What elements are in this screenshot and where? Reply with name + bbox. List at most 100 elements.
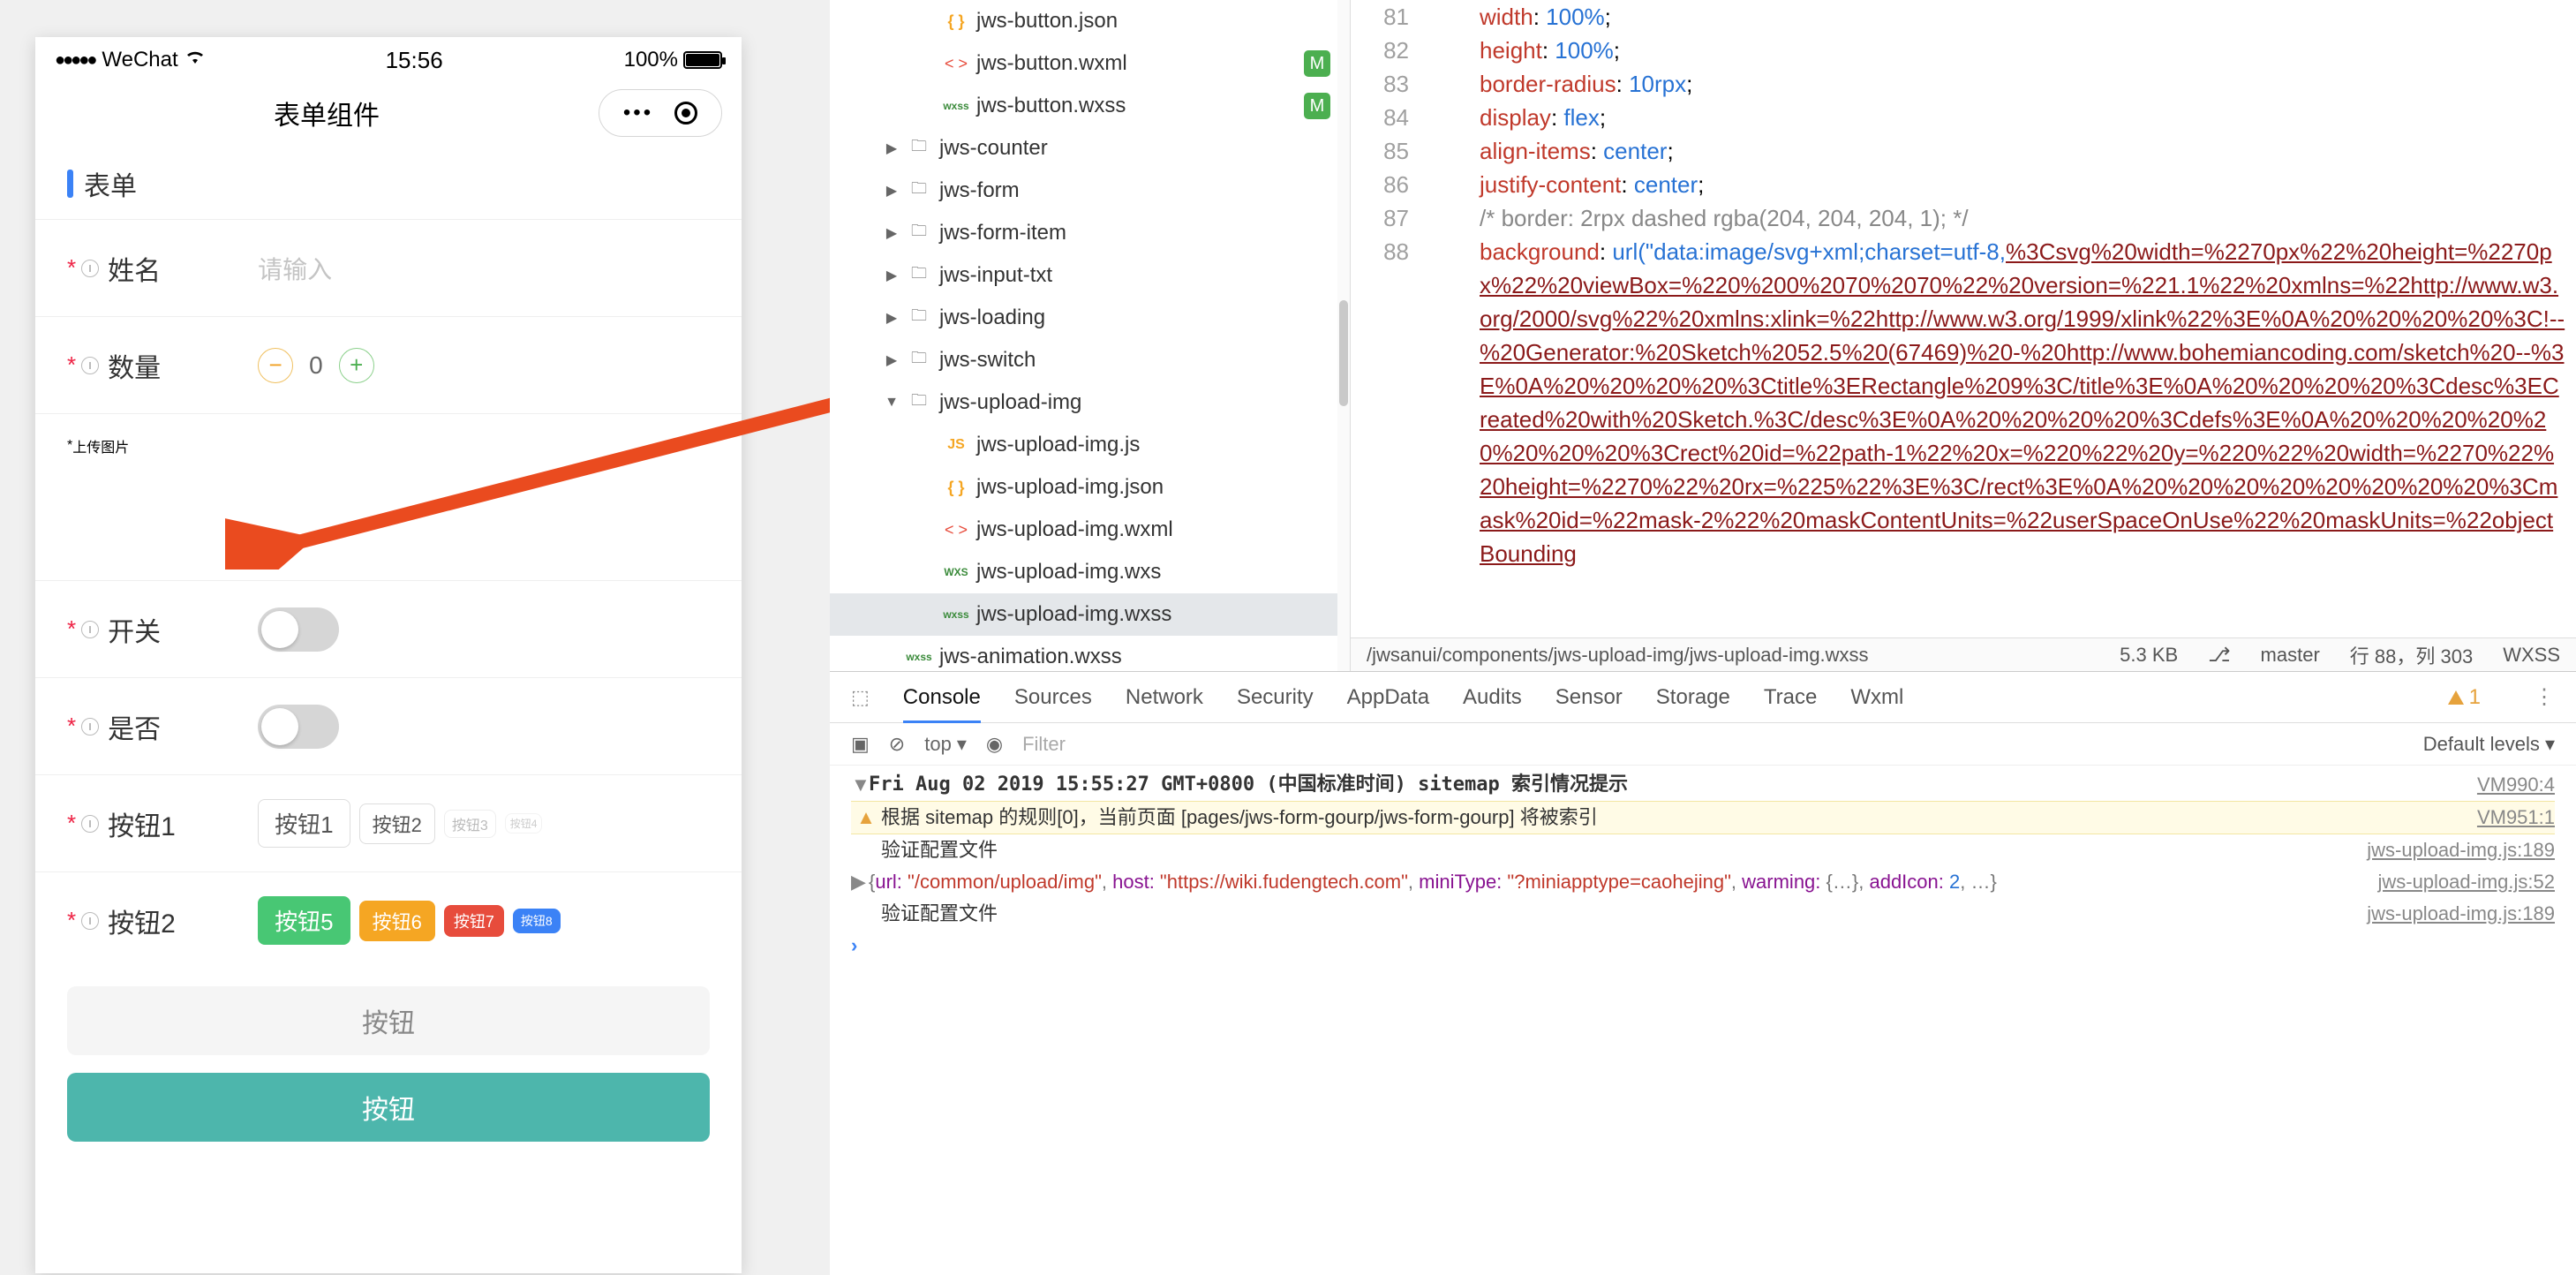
tree-item[interactable]: wxssjws-button.wxssM: [830, 85, 1350, 127]
tree-item-label: jws-input-txt: [939, 263, 1350, 288]
tree-item[interactable]: WXSjws-upload-img.wxs: [830, 551, 1350, 593]
tree-item[interactable]: { }jws-upload-img.json: [830, 466, 1350, 509]
tree-item[interactable]: ▶🗀jws-switch: [830, 339, 1350, 381]
status-cursor: 行 88，列 303: [2350, 641, 2473, 669]
wxss-icon: wxss: [936, 608, 976, 621]
switch-toggle[interactable]: [258, 705, 339, 749]
sidebar-toggle-icon[interactable]: ▣: [851, 733, 870, 756]
tree-item-label: jws-button.wxml: [976, 51, 1304, 76]
chevron-icon: ▶: [885, 351, 899, 369]
console-prompt-icon[interactable]: ›: [851, 930, 857, 962]
demo-button[interactable]: 按钮8: [513, 909, 561, 933]
tree-scrollbar[interactable]: [1337, 0, 1350, 671]
devtools-tab-audits[interactable]: Audits: [1463, 685, 1522, 710]
line-gutter: 8182838485868788: [1351, 0, 1421, 671]
more-icon: •••: [623, 101, 653, 125]
devtools-tab-storage[interactable]: Storage: [1656, 685, 1730, 710]
switch-toggle[interactable]: [258, 607, 339, 652]
folder-icon: 🗀: [899, 305, 939, 331]
field-label: 按钮1: [108, 804, 258, 843]
levels-selector[interactable]: Default levels ▾: [2423, 733, 2555, 756]
console-output[interactable]: ▼ Fri Aug 02 2019 15:55:27 GMT+0800 (中国标…: [830, 766, 2576, 962]
demo-button[interactable]: 按钮4: [505, 813, 543, 834]
minus-button[interactable]: −: [258, 348, 293, 383]
form-row-upload: * 上传图片: [35, 413, 742, 580]
devtools-tab-sensor[interactable]: Sensor: [1555, 685, 1623, 710]
tree-item[interactable]: ▶🗀jws-loading: [830, 297, 1350, 339]
name-input[interactable]: 请输入: [258, 251, 332, 286]
footer-button-gray[interactable]: 按钮: [67, 986, 710, 1055]
console-log-text: 验证配置文件: [881, 834, 998, 866]
field-label: 是否: [108, 707, 258, 746]
demo-button[interactable]: 按钮3: [444, 810, 496, 838]
plus-button[interactable]: +: [339, 348, 374, 383]
console-source-link[interactable]: jws-upload-img.js:52: [2377, 866, 2555, 898]
tree-item[interactable]: < >jws-button.wxmlM: [830, 42, 1350, 85]
devtools-tab-sources[interactable]: Sources: [1014, 685, 1092, 710]
tree-item[interactable]: ▶🗀jws-counter: [830, 127, 1350, 170]
devtools-tab-network[interactable]: Network: [1126, 685, 1203, 710]
tree-item[interactable]: { }jws-button.json: [830, 0, 1350, 42]
tree-item-label: jws-switch: [939, 348, 1350, 373]
footer-button-teal[interactable]: 按钮: [67, 1073, 710, 1142]
status-bar: ●●●●● WeChat 15:56 100%: [35, 37, 742, 83]
console-source-link[interactable]: VM990:4: [2477, 769, 2555, 801]
phone-simulator: ●●●●● WeChat 15:56 100% 表单组件 ••• 表单 * 姓名…: [35, 37, 742, 1273]
kebab-icon[interactable]: ⋮: [2534, 684, 2555, 710]
code-body[interactable]: width: 100%;height: 100%;border-radius: …: [1423, 0, 2576, 570]
demo-button[interactable]: 按钮1: [258, 799, 350, 848]
form-row-btn2: * 按钮2 按钮5 按钮6 按钮7 按钮8: [35, 871, 742, 969]
form-row-qty: * 数量 − 0 +: [35, 316, 742, 413]
braces-icon: { }: [936, 12, 976, 31]
info-icon: [81, 815, 99, 833]
console-source-link[interactable]: VM951:1: [2477, 802, 2555, 834]
console-source-link[interactable]: jws-upload-img.js:189: [2367, 898, 2555, 930]
devtools-tab-appdata[interactable]: AppData: [1347, 685, 1429, 710]
context-selector[interactable]: top ▾: [924, 733, 967, 756]
tree-item[interactable]: ▶🗀jws-input-txt: [830, 254, 1350, 297]
devtools-tab-console[interactable]: Console: [903, 685, 981, 710]
console-object[interactable]: {url: "/common/upload/img", host: "https…: [869, 866, 1997, 898]
folder-icon: 🗀: [899, 220, 939, 246]
tree-item[interactable]: ▼🗀jws-upload-img: [830, 381, 1350, 424]
nav-title: 表单组件: [55, 94, 599, 132]
eye-icon[interactable]: ◉: [986, 733, 1003, 756]
capsule-menu[interactable]: •••: [599, 89, 722, 137]
folder-icon: 🗀: [899, 347, 939, 373]
console-toolbar: ▣ ⊘ top ▾ ◉ Filter Default levels ▾: [830, 723, 2576, 766]
expand-icon[interactable]: ▶: [851, 866, 869, 898]
devtools-tab-trace[interactable]: Trace: [1764, 685, 1817, 710]
folder-icon: 🗀: [899, 262, 939, 289]
tree-item[interactable]: wxssjws-animation.wxss: [830, 636, 1350, 671]
field-label: 开关: [108, 610, 258, 649]
tree-item-label: jws-form-item: [939, 221, 1350, 245]
inspect-icon[interactable]: ⬚: [851, 686, 870, 709]
accent-bar-icon: [67, 170, 73, 198]
demo-button[interactable]: 按钮2: [359, 803, 435, 844]
filter-input[interactable]: Filter: [1022, 733, 1393, 756]
tree-item[interactable]: ▶🗀jws-form: [830, 170, 1350, 212]
branch-icon: ⎇: [2208, 644, 2230, 667]
console-log-text: 验证配置文件: [881, 898, 998, 930]
info-icon: [81, 260, 99, 277]
tree-item[interactable]: wxssjws-upload-img.wxss: [830, 593, 1350, 636]
console-source-link[interactable]: jws-upload-img.js:189: [2367, 834, 2555, 866]
warning-icon: [2448, 690, 2464, 705]
chevron-icon: ▶: [885, 267, 899, 284]
section-header: 表单: [35, 143, 742, 219]
tree-item-label: jws-upload-img.js: [976, 433, 1350, 457]
devtools-tab-wxml[interactable]: Wxml: [1850, 685, 1903, 710]
console-warn-text: 根据 sitemap 的规则[0]，当前页面 [pages/jws-form-g…: [881, 802, 1598, 834]
tree-item[interactable]: JSjws-upload-img.js: [830, 424, 1350, 466]
demo-button[interactable]: 按钮7: [444, 905, 504, 937]
expand-icon[interactable]: ▼: [851, 769, 869, 801]
tree-item[interactable]: ▶🗀jws-form-item: [830, 212, 1350, 254]
status-lang: WXSS: [2503, 644, 2560, 667]
devtools-tab-security[interactable]: Security: [1237, 685, 1314, 710]
demo-button[interactable]: 按钮5: [258, 896, 350, 945]
clear-console-icon[interactable]: ⊘: [889, 733, 905, 756]
warning-badge[interactable]: 1: [2448, 685, 2481, 710]
tree-item[interactable]: < >jws-upload-img.wxml: [830, 509, 1350, 551]
code-editor[interactable]: 8182838485868788 width: 100%;height: 100…: [1351, 0, 2576, 671]
demo-button[interactable]: 按钮6: [359, 901, 435, 941]
